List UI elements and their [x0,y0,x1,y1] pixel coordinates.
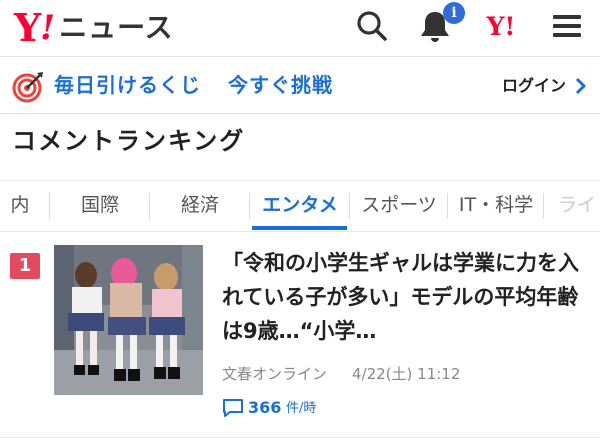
tab-sports[interactable]: スポーツ [350,181,448,231]
yahoo-japan-icon[interactable]: Y! [478,10,524,44]
lottery-link[interactable]: 毎日引けるくじ [54,71,201,99]
tab-domestic[interactable]: 内 [0,181,50,231]
search-icon[interactable] [352,6,392,46]
yahoo-news-logo[interactable]: Y ! ニュース [14,4,174,50]
tab-entertainment[interactable]: エンタメ [250,181,350,231]
app-header: Y ! ニュース i Y! [0,0,600,55]
tab-international[interactable]: 国際 [50,181,150,231]
article-thumbnail[interactable] [54,245,203,395]
article-source: 文春オンライン [222,365,328,383]
page-title: コメントランキング [12,127,246,155]
category-tabs: 内 国際 経済 エンタメ スポーツ IT・科学 ライ [0,180,600,232]
tab-life[interactable]: ライ [544,181,600,231]
comment-count[interactable]: 366 [248,397,281,419]
login-link[interactable]: ログイン [502,75,566,97]
article-headline[interactable]: 「令和の小学生ギャルは学業に力を入れている子が多い」モデルの平均年齢は9歳…“小… [222,246,590,348]
tab-economy[interactable]: 経済 [150,181,250,231]
logo-text: ニュース [59,11,174,44]
menu-icon[interactable] [548,6,588,46]
active-tab-indicator [252,226,347,230]
tab-it-science[interactable]: IT・科学 [448,181,544,231]
logo-bang: ! [40,8,56,48]
comment-unit: 件/時 [286,401,317,416]
article-date: 4/22(土) 11:12 [352,365,461,383]
chevron-right-icon [574,77,588,95]
try-now-link[interactable]: 今すぐ挑戦 [228,71,333,99]
comment-icon [222,398,244,418]
rank-badge: 1 [10,253,40,279]
logo-y: Y [14,5,41,50]
target-icon [12,71,44,103]
notification-badge: i [443,2,465,24]
divider [0,437,600,438]
promo-bar: 毎日引けるくじ 今すぐ挑戦 ログイン [0,56,600,114]
